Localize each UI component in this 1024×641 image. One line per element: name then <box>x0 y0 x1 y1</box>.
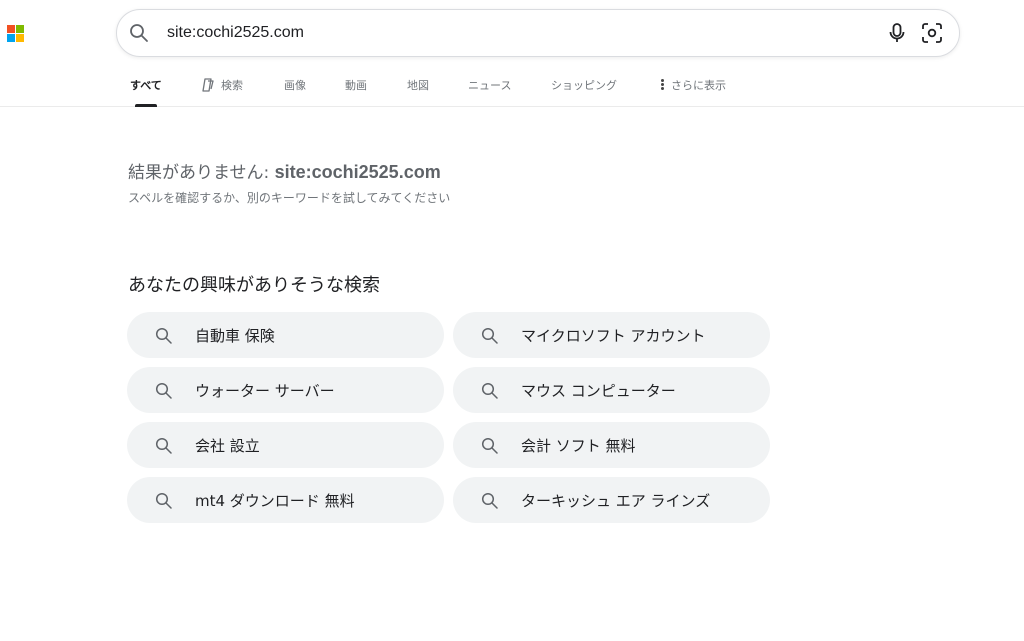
more-vertical-icon <box>661 79 664 90</box>
tab-label: 地図 <box>407 79 429 92</box>
search-tabs: すべて 検索 画像 動画 地図 ニュース ショッピング さらに表示 <box>0 70 1024 107</box>
tab-copilot-search[interactable]: 検索 <box>200 77 243 107</box>
related-search-chip[interactable]: ターキッシュ エア ラインズ <box>453 477 770 523</box>
no-results-prefix: 結果がありません: <box>128 163 275 183</box>
tab-maps[interactable]: 地図 <box>407 77 429 107</box>
microsoft-logo[interactable] <box>7 25 24 42</box>
tab-more[interactable]: さらに表示 <box>661 77 726 107</box>
no-results-heading: 結果がありません: site:cochi2525.com <box>128 158 441 183</box>
related-search-chip[interactable]: 会社 設立 <box>127 422 444 468</box>
related-searches-heading: あなたの興味がありそうな検索 <box>128 275 380 296</box>
related-searches-list: 自動車 保険 マイクロソフト アカウント ウォーター サーバー マウス コンピュ… <box>127 312 770 523</box>
related-search-text: 自動車 保険 <box>195 327 275 345</box>
copilot-icon <box>202 78 214 92</box>
no-results-query: site:cochi2525.com <box>274 162 441 182</box>
tab-shopping[interactable]: ショッピング <box>551 77 617 107</box>
related-search-chip[interactable]: ウォーター サーバー <box>127 367 444 413</box>
search-input[interactable] <box>167 21 847 45</box>
search-icon <box>481 327 498 344</box>
search-icon <box>481 382 498 399</box>
search-icon <box>155 437 172 454</box>
related-search-text: 会計 ソフト 無料 <box>521 437 636 455</box>
logo-square-yellow <box>16 34 24 42</box>
search-icon <box>481 437 498 454</box>
spelling-suggestion: スペルを確認するか、別のキーワードを試してみてください <box>128 191 451 205</box>
search-icon <box>155 492 172 509</box>
tab-label: さらに表示 <box>671 79 726 92</box>
tab-images[interactable]: 画像 <box>284 77 306 107</box>
tab-label: ショッピング <box>551 79 617 92</box>
microphone-icon[interactable] <box>887 22 907 44</box>
related-search-text: マイクロソフト アカウント <box>521 327 706 345</box>
search-icon <box>481 492 498 509</box>
search-box[interactable] <box>116 9 960 57</box>
related-search-chip[interactable]: 自動車 保険 <box>127 312 444 358</box>
visual-search-icon[interactable] <box>921 22 943 44</box>
related-search-chip[interactable]: mt4 ダウンロード 無料 <box>127 477 444 523</box>
logo-square-green <box>16 25 24 33</box>
search-icon <box>155 327 172 344</box>
search-icon <box>155 382 172 399</box>
tab-label: 動画 <box>345 79 367 92</box>
tab-label: ニュース <box>468 79 512 92</box>
logo-square-red <box>7 25 15 33</box>
related-search-text: mt4 ダウンロード 無料 <box>195 492 355 510</box>
related-search-text: マウス コンピューター <box>521 382 676 400</box>
related-search-text: ターキッシュ エア ラインズ <box>521 492 711 510</box>
related-search-chip[interactable]: マイクロソフト アカウント <box>453 312 770 358</box>
tab-label: 画像 <box>284 79 306 92</box>
tab-videos[interactable]: 動画 <box>345 77 367 107</box>
related-search-chip[interactable]: マウス コンピューター <box>453 367 770 413</box>
tab-label: すべて <box>130 79 162 92</box>
tab-all[interactable]: すべて <box>130 77 162 107</box>
tab-news[interactable]: ニュース <box>468 77 511 107</box>
tab-label: 検索 <box>221 79 243 92</box>
related-search-text: 会社 設立 <box>195 437 260 455</box>
search-icon[interactable] <box>129 23 149 43</box>
logo-square-blue <box>7 34 15 42</box>
related-search-chip[interactable]: 会計 ソフト 無料 <box>453 422 770 468</box>
related-search-text: ウォーター サーバー <box>195 382 335 400</box>
